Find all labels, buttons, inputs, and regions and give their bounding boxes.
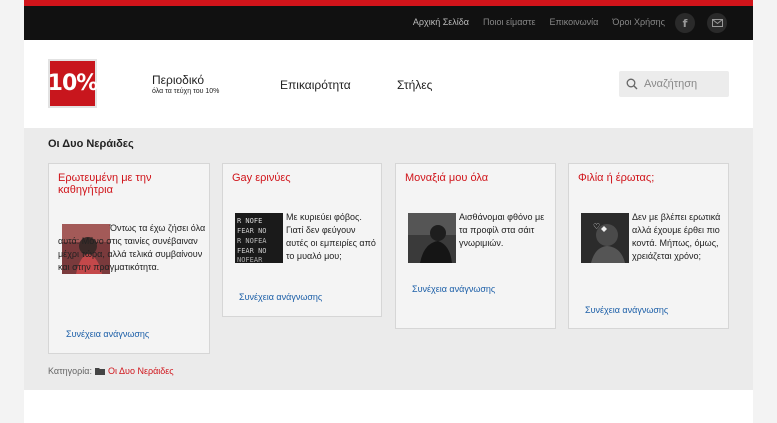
search-placeholder: Αναζήτηση xyxy=(644,78,698,90)
nav-news[interactable]: Επικαιρότητα xyxy=(280,78,351,92)
nav-columns[interactable]: Στήλες xyxy=(397,78,432,92)
svg-text:FEAR NO: FEAR NO xyxy=(237,227,267,235)
mail-icon[interactable] xyxy=(707,13,727,33)
footer-area xyxy=(24,390,753,423)
article-title[interactable]: Φιλία ή έρωτας; xyxy=(578,172,654,184)
read-more-link[interactable]: Συνέχεια ανάγνωσης xyxy=(239,292,322,302)
article-excerpt: Δεν με βλέπει ερωτικά αλλά έχουμε έρθει … xyxy=(632,212,721,261)
main-content: Οι Δυο Νεράιδες Ερωτευμένη με την καθηγή… xyxy=(24,128,753,390)
top-link-contact[interactable]: Επικοινωνία xyxy=(550,17,599,27)
folder-icon xyxy=(95,368,105,375)
read-more-link[interactable]: Συνέχεια ανάγνωσης xyxy=(412,284,495,294)
article-card: Φιλία ή έρωτας; ♡ Δεν με βλέπει ερωτικά … xyxy=(568,163,729,329)
top-links: Αρχική Σελίδα Ποιοι είμαστε Επικοινωνία … xyxy=(413,17,665,27)
article-thumbnail[interactable]: ♡ xyxy=(581,213,629,263)
article-thumbnail[interactable] xyxy=(408,213,456,263)
svg-text:♡: ♡ xyxy=(593,222,600,231)
article-excerpt: Όντως τα έχω ζήσει όλα αυτά: Μόνο στις τ… xyxy=(58,223,206,272)
article-title[interactable]: Ερωτευμένη με την καθηγήτρια xyxy=(58,172,203,196)
category-label: Κατηγορία: xyxy=(48,366,92,376)
page-title: Οι Δυο Νεράιδες xyxy=(48,138,134,150)
article-card: Ερωτευμένη με την καθηγήτρια Όντως τα έχ… xyxy=(48,163,210,354)
top-link-about[interactable]: Ποιοι είμαστε xyxy=(483,17,536,27)
top-link-terms[interactable]: Όροι Χρήσης xyxy=(612,17,665,27)
read-more-link[interactable]: Συνέχεια ανάγνωσης xyxy=(585,305,668,315)
svg-text:NOFEAR: NOFEAR xyxy=(237,256,263,263)
site-logo[interactable]: 10% xyxy=(48,59,98,108)
article-thumbnail[interactable]: R NOFE FEAR NO R NOFEA FEAR NO NOFEAR xyxy=(235,213,283,263)
article-title[interactable]: Μοναξιά μου όλα xyxy=(405,172,488,184)
top-navigation: Αρχική Σελίδα Ποιοι είμαστε Επικοινωνία … xyxy=(24,6,753,40)
nav-magazine-subtitle[interactable]: όλα τα τεύχη του 10% xyxy=(152,88,219,95)
search-icon xyxy=(626,78,638,90)
category-link[interactable]: Οι Δυο Νεράιδες xyxy=(108,366,174,376)
facebook-icon[interactable]: f xyxy=(675,13,695,33)
article-excerpt: Αισθάνομαι φθόνο με τα προφίλ στα σάιτ γ… xyxy=(459,212,545,248)
svg-text:R NOFE: R NOFE xyxy=(237,217,262,225)
read-more-link[interactable]: Συνέχεια ανάγνωσης xyxy=(66,329,149,339)
top-link-home[interactable]: Αρχική Σελίδα xyxy=(413,17,469,27)
topbar-area: Αρχική Σελίδα Ποιοι είμαστε Επικοινωνία … xyxy=(0,0,777,40)
article-card: Μοναξιά μου όλα Αισθάνομαι φθόνο με τα π… xyxy=(395,163,556,329)
search-input[interactable]: Αναζήτηση xyxy=(619,71,729,97)
article-title[interactable]: Gay ερινύες xyxy=(232,172,291,184)
article-card: Gay ερινύες R NOFE FEAR NO R NOFEA FEAR … xyxy=(222,163,382,317)
nav-magazine[interactable]: Περιοδικό xyxy=(152,73,204,87)
category-line: Κατηγορία: Οι Δυο Νεράιδες xyxy=(48,366,174,376)
svg-text:FEAR NO: FEAR NO xyxy=(237,247,267,255)
article-excerpt: Με κυριεύει φόβος. Γιατί δεν φεύγουν αυτ… xyxy=(286,212,376,261)
site-header: 10% Περιοδικό όλα τα τεύχη του 10% Επικα… xyxy=(24,40,753,128)
svg-text:R NOFEA: R NOFEA xyxy=(237,237,267,245)
